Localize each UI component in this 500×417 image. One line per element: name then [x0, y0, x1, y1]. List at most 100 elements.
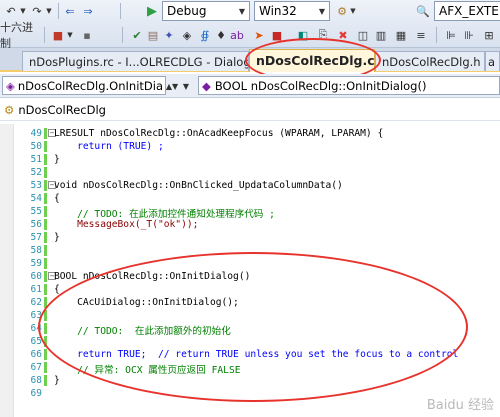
line-number: 66 [30, 349, 42, 360]
watermark: Baidu 经验 [426, 398, 494, 413]
code-text: // TODO: 在此添加额外的初始化 [54, 326, 231, 337]
component-icon[interactable]: ■ [50, 26, 66, 44]
code-line: 52 [0, 167, 500, 178]
code-text: MessageBox(_T("ok")); [54, 219, 199, 230]
config-combo[interactable]: Debug ▼ [162, 1, 250, 21]
code-line: 60 − BOOL nDosColRecDlg::OnInitDialog() [0, 271, 500, 282]
code-line: 54 { [0, 193, 500, 204]
code-text: BOOL nDosColRecDlg::OnInitDialog() [54, 271, 251, 282]
change-bar [44, 271, 47, 282]
code-line: 58 [0, 245, 500, 256]
tab-more[interactable]: a [485, 51, 500, 71]
change-bar [44, 336, 47, 347]
navigate-forward-icon[interactable]: ⇒ [80, 2, 96, 20]
tab-order-icon[interactable]: ⎘ [316, 26, 330, 44]
class-combo-value: nDosColRecDlg.OnInitDia [17, 78, 163, 93]
check-icon[interactable]: ✔ [130, 26, 144, 44]
change-bar [44, 141, 47, 152]
layout-icon[interactable]: ◧ [296, 26, 310, 44]
tab-header[interactable]: nDosColRecDlg.h [375, 51, 485, 71]
toolbar: ↶ ▼ ↷ ▼ ⇐ ⇒ ▶ Debug ▼ Win32 ▼ ⚙ ▼ 🔍 AFX_… [0, 0, 500, 50]
nav-class-icon: ◈ [6, 78, 15, 93]
undo-dropdown-icon[interactable]: ▼ [19, 2, 27, 20]
guide-icon[interactable]: ◫ [356, 26, 370, 44]
line-number: 51 [30, 154, 42, 165]
center-icon[interactable]: ⊞ [482, 26, 496, 44]
code-line: 51 } [0, 154, 500, 165]
class-combo[interactable]: ◈ nDosColRecDlg.OnInitDia [2, 76, 166, 95]
toolbar-row-2: 十六进制 ■ ▼ ▪ ✔ ▤ ✦ ◈ ∯ ♦ ab ➤ ■ ◧ ⎘ ✖ ◫ ▥ … [0, 21, 500, 50]
align-icon[interactable]: ≡ [414, 26, 428, 44]
code-editor[interactable]: 49 − LRESULT nDosColRecDlg::OnAcadKeepFo… [0, 124, 500, 417]
line-number: 57 [30, 232, 42, 243]
code-text: // 异常: OCX 属性页应返回 FALSE [54, 365, 241, 376]
line-number: 60 [30, 271, 42, 282]
config-combo-value: Debug [167, 4, 207, 18]
tab-rc-dialog[interactable]: nDosPlugins.rc - I...OLRECDLG - Dialog* [22, 51, 249, 71]
code-text: void nDosColRecDlg::OnBnClicked_UpdataCo… [54, 180, 343, 191]
navigate-icon[interactable]: ⇐ [62, 2, 78, 20]
align-right-icon[interactable]: ⊪ [462, 26, 476, 44]
redo-dropdown-icon[interactable]: ▼ [45, 2, 53, 20]
fields-icon[interactable]: ∯ [198, 26, 212, 44]
undo-icon[interactable]: ↶ [4, 2, 18, 20]
code-line: 69 [0, 388, 500, 399]
line-number: 61 [30, 284, 42, 295]
code-line: 57 } [0, 232, 500, 243]
change-bar [44, 128, 47, 139]
code-text: LRESULT nDosColRecDlg::OnAcadKeepFocus (… [54, 128, 384, 139]
change-bar [44, 258, 47, 269]
code-line: 66 return TRUE; // return TRUE unless yo… [0, 349, 500, 360]
line-number: 67 [30, 362, 42, 373]
find-dropdown-icon[interactable]: ▼ [348, 2, 358, 20]
arrow-icon[interactable]: ➤ [252, 26, 266, 44]
find-in-files-icon[interactable]: 🔍 [416, 2, 430, 20]
grid-icon[interactable]: ▦ [394, 26, 408, 44]
platform-combo[interactable]: Win32 ▼ [254, 1, 330, 21]
macro-combo-value: AFX_EXTEN [439, 4, 500, 18]
change-bar [44, 232, 47, 243]
class-view-icon[interactable]: ◈ [180, 26, 194, 44]
wizard-icon[interactable]: ✦ [162, 26, 176, 44]
line-number: 50 [30, 141, 42, 152]
code-text: CAcUiDialog::OnInitDialog(); [54, 297, 239, 308]
align-left-icon[interactable]: ⊫ [444, 26, 458, 44]
change-bar [44, 180, 47, 191]
tab-label: nDosPlugins.rc - I...OLRECDLG - Dialog* [29, 55, 249, 69]
change-bar [44, 167, 47, 178]
code-text: } [54, 375, 60, 386]
tab-cpp[interactable]: nDosColRecDlg.cpp [249, 49, 375, 72]
document-tabs: nDosPlugins.rc - I...OLRECDLG - Dialog* … [0, 48, 500, 72]
properties-icon[interactable]: ▤ [146, 26, 160, 44]
stop-icon[interactable]: ■ [270, 26, 284, 44]
class-combo-scroll[interactable]: ▲▼ [166, 77, 178, 95]
code-text: } [54, 232, 60, 243]
redo-icon[interactable]: ↷ [30, 2, 44, 20]
member-combo[interactable]: ◆ BOOL nDosColRecDlg::OnInitDialog() [198, 76, 500, 95]
resources-icon[interactable]: ♦ [214, 26, 228, 44]
start-debug-icon[interactable]: ▶ [144, 2, 160, 20]
toggle-icon[interactable]: ▪ [80, 26, 94, 44]
code-line: 64 // TODO: 在此添加额外的初始化 [0, 323, 500, 337]
hex-toggle[interactable]: 十六进制 [0, 21, 42, 50]
macro-icon[interactable]: ab [230, 26, 244, 44]
chevron-down-icon[interactable]: ▼ [180, 77, 192, 95]
navigation-bar: ◈ nDosColRecDlg.OnInitDia ▲▼ ▼ ◆ BOOL nD… [0, 74, 500, 98]
code-line: 65 [0, 336, 500, 347]
chevron-down-icon: ▼ [238, 6, 245, 16]
code-line: 50 return (TRUE) ; [0, 141, 500, 152]
line-number: 49 [30, 128, 42, 139]
delete-icon[interactable]: ✖ [336, 26, 350, 44]
macro-combo[interactable]: AFX_EXTEN [434, 1, 500, 21]
class-breadcrumb-label: nDosColRecDlg [18, 102, 106, 117]
line-number: 53 [30, 180, 42, 191]
line-number: 62 [30, 297, 42, 308]
change-bar [44, 349, 47, 360]
change-bar [44, 206, 47, 217]
platform-combo-value: Win32 [259, 4, 297, 18]
change-bar [44, 310, 47, 321]
code-text: return (TRUE) ; [54, 141, 164, 152]
line-number: 58 [30, 245, 42, 256]
format-icon[interactable]: ▥ [374, 26, 388, 44]
component-dropdown-icon[interactable]: ▼ [66, 26, 74, 44]
